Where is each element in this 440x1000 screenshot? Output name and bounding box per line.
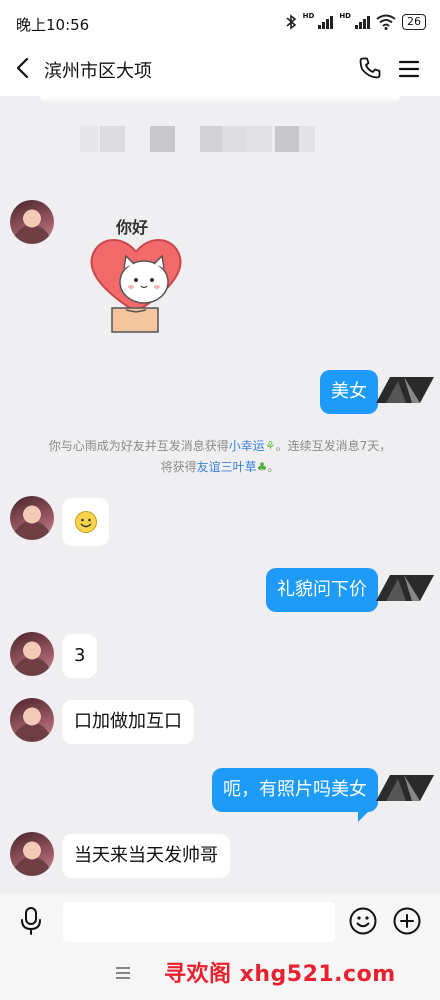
clover-link[interactable]: 友谊三叶草 xyxy=(197,460,257,474)
received-message[interactable]: 当天来当天发帅哥 xyxy=(62,834,230,878)
signal2-label: HD xyxy=(339,11,351,20)
avatar[interactable] xyxy=(10,200,54,244)
chat-tag-decoration xyxy=(376,775,434,801)
received-message[interactable]: 口加做加互口 xyxy=(62,700,194,744)
received-message[interactable]: 3 xyxy=(62,634,98,678)
chat-header: 滨州市区大项 xyxy=(0,42,440,96)
avatar[interactable] xyxy=(10,698,54,742)
battery-icon: 26 xyxy=(402,14,426,30)
avatar[interactable] xyxy=(10,496,54,540)
phone-icon[interactable] xyxy=(358,56,382,80)
bluetooth-icon xyxy=(286,14,296,30)
input-bar xyxy=(0,894,440,948)
menu-icon[interactable] xyxy=(398,58,420,80)
avatar[interactable] xyxy=(10,632,54,676)
system-nav-bar: 寻欢阁 xhg521.com xyxy=(0,948,440,1000)
header-shadow xyxy=(40,96,400,104)
chat-area[interactable]: 你好 美女 你与心雨成为好友并互发消息获得小幸运⚘。连续互发消息7天， 将获得友… xyxy=(0,96,440,894)
signal1-label: HD xyxy=(302,11,315,20)
nav-menu-icon[interactable] xyxy=(115,966,131,980)
sent-message[interactable]: 美女 xyxy=(320,370,378,414)
message-input[interactable] xyxy=(63,902,335,942)
sent-message[interactable]: 礼貌问下价 xyxy=(266,568,378,612)
sprout-icon: ⚘ xyxy=(264,439,276,453)
back-icon[interactable] xyxy=(12,56,36,80)
chat-title: 滨州市区大项 xyxy=(44,61,152,82)
pixelated-timestamp xyxy=(80,126,320,152)
notice-text: 。 xyxy=(267,460,280,474)
chat-tag-decoration xyxy=(376,575,434,601)
emoji-icon[interactable] xyxy=(348,906,378,936)
avatar[interactable] xyxy=(10,832,54,876)
notice-text: 将获得 xyxy=(160,460,197,474)
notice-text: 。连续互发消息7天， xyxy=(275,439,392,453)
signal-icon xyxy=(355,15,370,29)
signal-icon xyxy=(318,15,334,29)
notice-text: 你与心雨成为好友并互发消息获得 xyxy=(48,439,229,453)
status-icons: HD HD 26 xyxy=(285,11,426,30)
emoji-message[interactable] xyxy=(62,498,109,546)
chat-tag-decoration xyxy=(376,377,434,403)
watermark-text: 寻欢阁 xhg521.com xyxy=(164,962,396,987)
wifi-icon xyxy=(376,14,396,30)
status-time: 晚上10:56 xyxy=(16,16,90,34)
mic-icon[interactable] xyxy=(18,906,44,936)
sent-message[interactable]: 呃，有照片吗美女 xyxy=(212,768,378,812)
plus-icon[interactable] xyxy=(392,906,422,936)
smile-emoji-icon xyxy=(75,511,97,533)
system-notice: 你与心雨成为好友并互发消息获得小幸运⚘。连续互发消息7天， 将获得友谊三叶草♣。 xyxy=(20,436,420,478)
sticker-message[interactable]: 你好 xyxy=(86,212,186,342)
bubble-tail-decoration xyxy=(358,808,372,822)
lucky-link[interactable]: 小幸运 xyxy=(229,439,265,453)
sticker-text: 你好 xyxy=(116,218,149,237)
clover-icon: ♣ xyxy=(256,460,268,474)
